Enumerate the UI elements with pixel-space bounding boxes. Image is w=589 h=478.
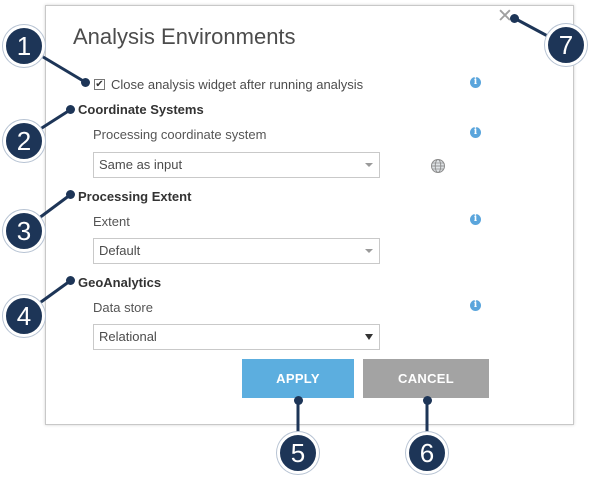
- callout-marker-2: 2: [3, 120, 45, 162]
- callout-anchor: [423, 396, 432, 405]
- callout-anchor: [81, 78, 90, 87]
- callout-marker-5: 5: [277, 432, 319, 474]
- callout-marker-6: 6: [406, 432, 448, 474]
- callout-marker-3: 3: [3, 210, 45, 252]
- callout-marker-4: 4: [3, 295, 45, 337]
- callout-anchor: [66, 190, 75, 199]
- callout-marker-7: 7: [545, 24, 587, 66]
- callout-marker-1: 1: [3, 25, 45, 67]
- callout-anchor: [66, 276, 75, 285]
- callout-lines: [22, 16, 556, 440]
- callout-anchor: [510, 14, 519, 23]
- callout-anchor: [294, 396, 303, 405]
- callout-anchor: [66, 105, 75, 114]
